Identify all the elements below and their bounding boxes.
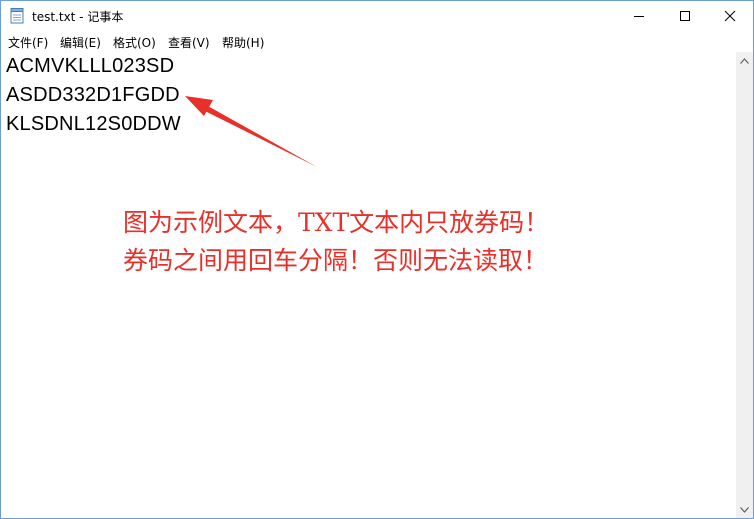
notepad-window: test.txt - 记事本 文件(F) 编辑(E) 格式(O) 查看(V) 帮… bbox=[0, 0, 754, 519]
arrow-head bbox=[185, 96, 213, 116]
annotation-line-1: 图为示例文本，TXT文本内只放券码！ bbox=[123, 208, 550, 237]
annotation-line-2: 券码之间用回车分隔！否则无法读取！ bbox=[123, 246, 549, 275]
arrow-shaft bbox=[201, 105, 317, 167]
